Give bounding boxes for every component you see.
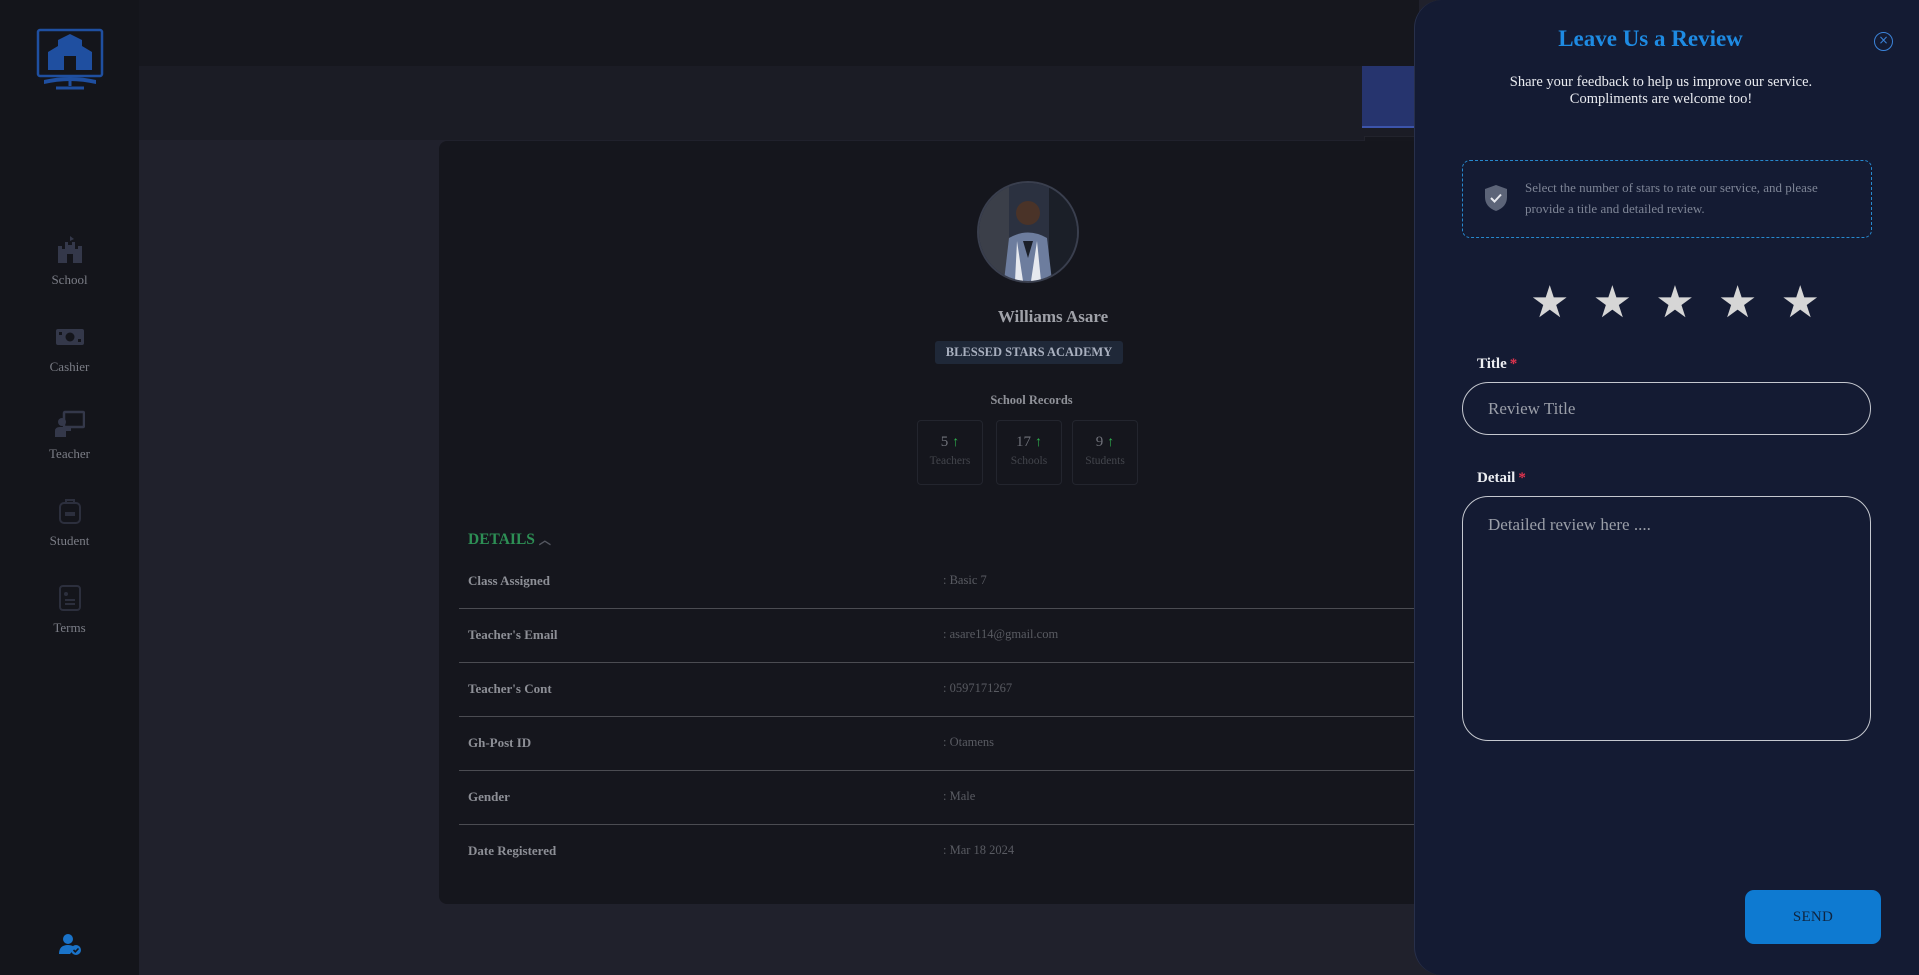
- title-label: Title *: [1477, 356, 1517, 373]
- active-tab[interactable]: [1362, 66, 1422, 128]
- details-key: Class Assigned: [468, 573, 550, 588]
- sidebar-item-school[interactable]: School: [0, 236, 139, 288]
- sidebar-item-teacher[interactable]: Teacher: [0, 410, 139, 462]
- details-row: Gh-Post ID : Otamens: [459, 717, 1439, 771]
- info-text: Select the number of stars to rate our s…: [1525, 180, 1818, 216]
- details-value: : Basic 7: [943, 573, 987, 587]
- arrow-up-icon: ↑: [1107, 435, 1115, 450]
- send-button[interactable]: SEND: [1745, 890, 1881, 944]
- stat-label: Teachers: [929, 455, 971, 467]
- stat-value: 5: [940, 434, 949, 450]
- detail-label: Detail *: [1477, 470, 1526, 487]
- sidebar: School Cashier Teacher Student Terms: [0, 0, 139, 975]
- review-title: Leave Us a Review: [1558, 26, 1743, 51]
- shield-check-icon: [1485, 185, 1507, 211]
- star-icon[interactable]: ★: [1718, 278, 1757, 328]
- school-logo-icon[interactable]: [34, 26, 106, 96]
- title-label-text: Title: [1477, 356, 1507, 372]
- sidebar-item-student[interactable]: Student: [0, 497, 139, 549]
- backpack-icon: [58, 499, 81, 524]
- stat-label: Students: [1085, 455, 1125, 467]
- sidebar-item-label: Teacher: [49, 446, 90, 461]
- details-key: Teacher's Cont: [468, 681, 552, 696]
- details-row: Teacher's Email : asare114@gmail.com: [459, 609, 1439, 663]
- required-mark: *: [1518, 470, 1526, 486]
- stat-value: 17: [1016, 434, 1031, 450]
- star-icon[interactable]: ★: [1530, 278, 1569, 328]
- arrow-up-icon: ↑: [1035, 435, 1042, 450]
- star-rating[interactable]: ★ ★ ★ ★ ★: [1530, 278, 1820, 328]
- star-icon[interactable]: ★: [1655, 278, 1694, 328]
- required-mark: *: [1509, 356, 1518, 372]
- sub-header: [139, 66, 1419, 140]
- details-value: : asare114@gmail.com: [943, 627, 1059, 641]
- details-value: : 0597171267: [943, 681, 1013, 695]
- stat-teachers: 5 ↑ Teachers: [917, 420, 983, 485]
- review-panel: × Leave Us a Review Share your feedback …: [1414, 0, 1919, 975]
- details-key: Teacher's Email: [468, 627, 558, 642]
- details-key: Gender: [468, 789, 510, 804]
- details-row: Class Assigned : Basic 7: [459, 555, 1439, 609]
- detail-label-text: Detail: [1477, 470, 1516, 486]
- user-check-icon[interactable]: [58, 932, 82, 956]
- chalkboard-teacher-icon: [54, 410, 85, 437]
- details-row: Teacher's Cont : 0597171267: [459, 663, 1439, 717]
- details-heading: DETAILS: [468, 531, 535, 548]
- sidebar-item-terms[interactable]: Terms: [0, 584, 139, 636]
- review-subtitle: Share your feedback to help us improve o…: [1455, 74, 1867, 108]
- school-records-label: School Records: [990, 393, 1073, 407]
- details-value: : Otamens: [943, 735, 995, 749]
- sidebar-item-label: Cashier: [49, 359, 90, 374]
- school-badge: BLESSED STARS ACADEMY: [935, 341, 1123, 364]
- avatar: [977, 181, 1079, 283]
- review-subtitle-line: Compliments are welcome too!: [1569, 91, 1753, 107]
- info-box: Select the number of stars to rate our s…: [1462, 160, 1872, 238]
- stat-schools: 17 ↑ Schools: [996, 420, 1062, 485]
- top-bar: [139, 0, 1419, 66]
- details-row: Date Registered : Mar 18 2024: [459, 825, 1439, 879]
- details-row: Gender : Male: [459, 771, 1439, 825]
- details-value: : Mar 18 2024: [943, 843, 1015, 857]
- review-subtitle-line: Share your feedback to help us improve o…: [1509, 74, 1813, 90]
- profile-name: Williams Asare: [997, 307, 1109, 326]
- review-detail-textarea[interactable]: [1462, 496, 1871, 741]
- stat-label: Schools: [1010, 455, 1048, 467]
- star-icon[interactable]: ★: [1781, 278, 1820, 328]
- details-value: : Male: [943, 789, 976, 803]
- castle-icon: [57, 236, 82, 263]
- star-icon[interactable]: ★: [1593, 278, 1632, 328]
- chevron-up-icon: ︿: [538, 533, 551, 547]
- details-key: Date Registered: [468, 843, 557, 858]
- sidebar-item-label: Student: [49, 533, 90, 548]
- money-icon: [55, 329, 84, 345]
- sidebar-item-label: Terms: [53, 620, 86, 635]
- document-icon: [58, 585, 81, 611]
- arrow-up-icon: ↑: [952, 435, 960, 450]
- details-key: Gh-Post ID: [468, 735, 532, 750]
- review-title-input[interactable]: [1462, 382, 1871, 435]
- profile-card: Williams Asare BLESSED STARS ACADEMY Sch…: [439, 141, 1439, 904]
- stat-value: 9: [1095, 434, 1104, 450]
- sidebar-item-label: School: [51, 272, 88, 287]
- sidebar-item-cashier[interactable]: Cashier: [0, 323, 139, 375]
- stat-students: 9 ↑ Students: [1072, 420, 1138, 485]
- details-toggle[interactable]: DETAILS ︿: [468, 531, 551, 549]
